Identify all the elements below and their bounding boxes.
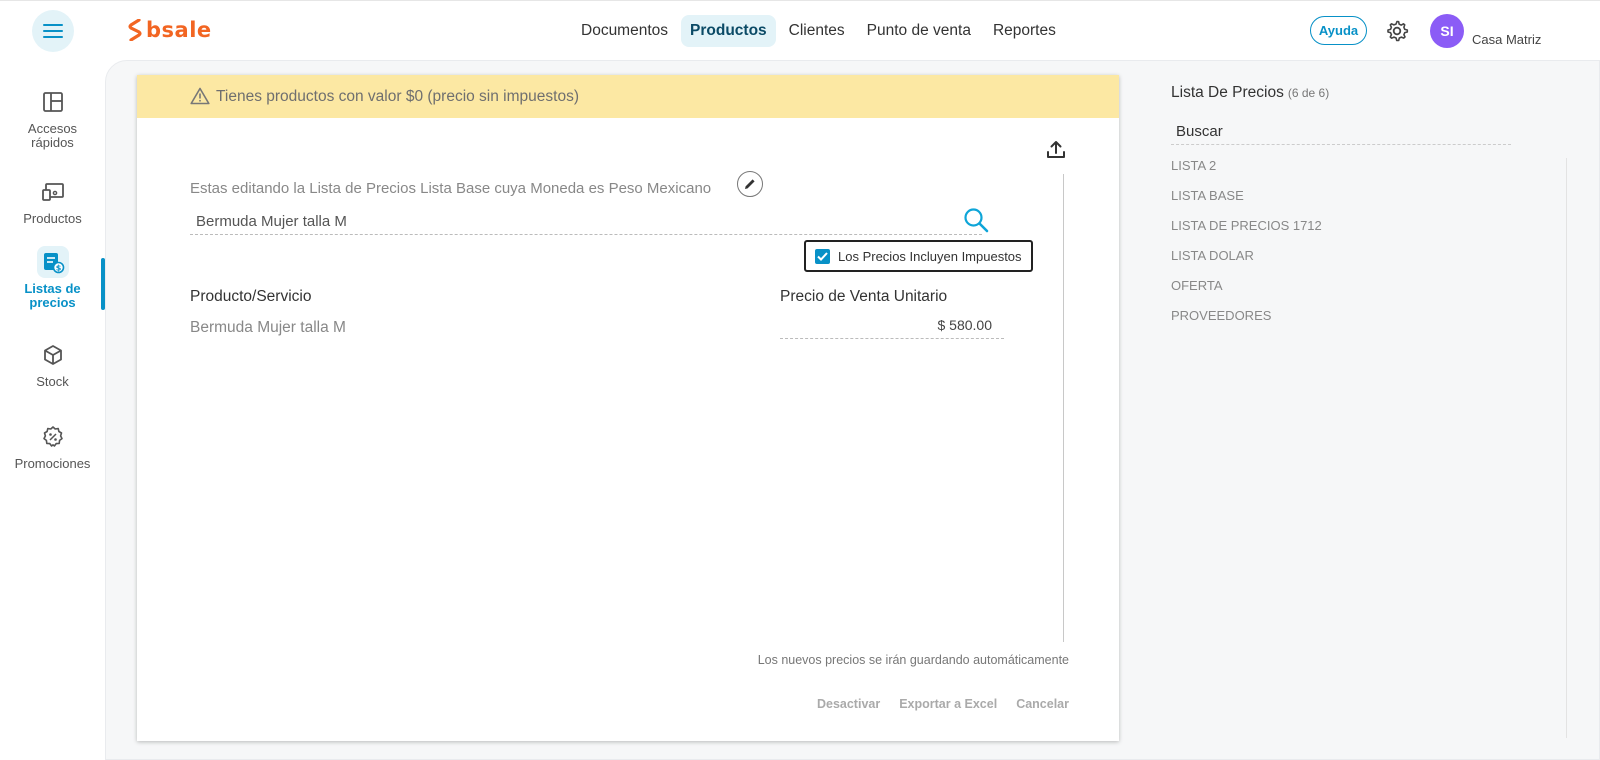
brand-logo[interactable]: bsale: [128, 18, 212, 42]
gear-icon[interactable]: [1385, 19, 1409, 43]
nav-reportes[interactable]: Reportes: [984, 15, 1065, 47]
box-icon: [43, 345, 62, 365]
product-search-input[interactable]: [190, 209, 982, 235]
autosave-note: Los nuevos precios se irán guardando aut…: [757, 653, 1069, 667]
dashboard-icon: [42, 92, 63, 112]
warning-icon: [190, 87, 210, 105]
price-input[interactable]: $ 580.00: [780, 313, 1004, 339]
list-item[interactable]: LISTA BASE: [1171, 187, 1322, 217]
product-name: Bermuda Mujer talla M: [190, 319, 346, 336]
pencil-icon: [745, 179, 755, 189]
warning-text: Tienes productos con valor $0 (precio si…: [216, 87, 579, 105]
edit-list-button[interactable]: [737, 171, 763, 197]
checkbox-label: Los Precios Incluyen Impuestos: [838, 248, 1022, 264]
help-button[interactable]: Ayuda: [1310, 16, 1367, 45]
top-bar: bsale Documentos Productos Clientes Punt…: [0, 0, 1600, 60]
devices-icon: [41, 183, 64, 201]
sidebar-item-accesos-rapidos[interactable]: Accesos rápidos: [0, 86, 105, 150]
sidebar-label: Productos: [23, 211, 82, 226]
list-item[interactable]: LISTA DOLAR: [1171, 247, 1322, 277]
price-list-search-input[interactable]: [1171, 119, 1511, 145]
sidebar-item-stock[interactable]: Stock: [0, 339, 105, 389]
hamburger-icon: [43, 24, 63, 38]
sidebar-label: Accesos rápidos: [27, 121, 78, 150]
upload-icon[interactable]: [1045, 138, 1067, 160]
price-lists-count: (6 de 6): [1287, 86, 1330, 100]
nav-productos[interactable]: Productos: [681, 15, 776, 47]
main-nav: Documentos Productos Clientes Punto de v…: [572, 15, 1065, 47]
avatar[interactable]: SI: [1430, 14, 1464, 48]
column-header-product: Producto/Servicio: [190, 288, 312, 305]
list-item[interactable]: PROVEEDORES: [1171, 307, 1322, 337]
deactivate-button[interactable]: Desactivar: [817, 697, 880, 711]
sidebar-label: Listas de precios: [24, 281, 81, 310]
discount-badge-icon: [42, 426, 63, 447]
sidebar: Accesos rápidos Productos $ Listas de pr…: [0, 60, 105, 760]
price-lists-title-text: Lista De Precios: [1171, 84, 1284, 101]
list-item[interactable]: LISTA 2: [1171, 157, 1322, 187]
sidebar-item-productos[interactable]: Productos: [0, 176, 105, 226]
editing-description: Estas editando la Lista de Precios Lista…: [190, 180, 712, 197]
svg-text:$: $: [55, 264, 61, 273]
search-icon[interactable]: [962, 206, 990, 234]
sidebar-label: Stock: [36, 374, 69, 389]
list-item[interactable]: OFERTA: [1171, 277, 1322, 307]
nav-documentos[interactable]: Documentos: [572, 15, 677, 47]
export-excel-button[interactable]: Exportar a Excel: [899, 697, 997, 711]
sidebar-label: Promociones: [14, 456, 91, 471]
branch-name[interactable]: Casa Matriz: [1472, 32, 1541, 47]
nav-punto-de-venta[interactable]: Punto de venta: [858, 15, 980, 47]
list-item[interactable]: LISTA DE PRECIOS 1712: [1171, 217, 1322, 247]
nav-clientes[interactable]: Clientes: [780, 15, 854, 47]
scrollbar[interactable]: [1566, 158, 1567, 738]
price-list-icon: $: [43, 253, 64, 274]
sidebar-item-promociones[interactable]: Promociones: [0, 421, 105, 471]
menu-button[interactable]: [32, 10, 74, 52]
warning-banner: Tienes productos con valor $0 (precio si…: [137, 75, 1119, 118]
column-header-price: Precio de Venta Unitario: [780, 288, 948, 305]
divider: [1063, 174, 1064, 642]
checkbox-checked-icon[interactable]: [815, 248, 830, 264]
cancel-button[interactable]: Cancelar: [1016, 697, 1069, 711]
bsale-logo-icon: [128, 19, 142, 41]
taxes-included-checkbox[interactable]: Los Precios Incluyen Impuestos: [804, 240, 1033, 272]
price-list-list: LISTA 2 LISTA BASE LISTA DE PRECIOS 1712…: [1171, 157, 1322, 337]
price-list-editor: Tienes productos con valor $0 (precio si…: [137, 75, 1119, 741]
brand-name: bsale: [146, 18, 212, 42]
footer-actions: Desactivar Exportar a Excel Cancelar: [657, 697, 1069, 711]
sidebar-item-listas-de-precios[interactable]: $ Listas de precios: [0, 246, 105, 310]
price-lists-title: Lista De Precios (6 de 6): [1171, 84, 1329, 102]
